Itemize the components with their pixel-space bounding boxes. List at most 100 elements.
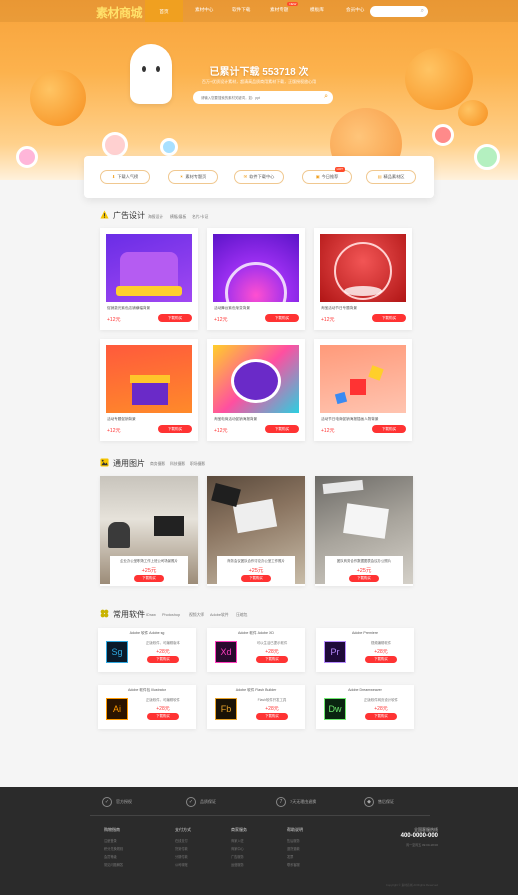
- buy-button[interactable]: 下载购买: [365, 713, 397, 720]
- nav-tab-materials[interactable]: 素材中心: [195, 7, 213, 13]
- header-search-box[interactable]: ⌕: [370, 6, 428, 17]
- buy-button[interactable]: 下载购买: [158, 314, 192, 322]
- nav-tab-templates[interactable]: 模板库: [310, 7, 324, 13]
- sg-app-icon[interactable]: Sg: [106, 641, 128, 663]
- photo-card[interactable]: 企业办公室职场工作上班公司场景照片 +25元 下载购买: [100, 476, 198, 586]
- software-card[interactable]: Adobe 软件 Adobe XD Xd 可以生活已提示软件 +28元 下载购买: [207, 628, 305, 672]
- product-image[interactable]: [320, 234, 406, 302]
- search-icon[interactable]: ⌕: [421, 8, 424, 15]
- section-tag[interactable]: Photoshop: [162, 613, 180, 617]
- hero-search-input[interactable]: [193, 91, 313, 104]
- pr-app-icon[interactable]: Pr: [324, 641, 346, 663]
- footer-link[interactable]: 分期付款: [175, 853, 191, 861]
- section-tag[interactable]: 商务摄影: [150, 462, 165, 467]
- quick-nav-topics[interactable]: ☀ 素材专题页: [168, 170, 218, 184]
- hotline-number[interactable]: 400-0000-000: [401, 833, 438, 839]
- buy-button[interactable]: 下载购买: [349, 575, 379, 582]
- footer-column-heading: 商家服务: [231, 827, 247, 832]
- app-code: Pr: [330, 647, 340, 657]
- buy-button[interactable]: 下载购买: [372, 425, 406, 433]
- product-card[interactable]: 活动节日电商促销海报插画人物背景 +12元 下载购买: [314, 339, 412, 441]
- section-tag[interactable]: IDraw: [146, 613, 156, 617]
- software-name: Adobe 软件包 Illustrator: [128, 688, 166, 692]
- footer-link[interactable]: 退货退款: [287, 845, 303, 853]
- software-card[interactable]: Adobe 软件 Flash Builder Fb Flash软件开发工具 +2…: [207, 685, 305, 729]
- top-navigation: 素材商城 首页 素材中心 软件下载 素材专题 NEW 模板库 会员中心 ⌕: [0, 0, 518, 22]
- product-card[interactable]: 促销激光紫色店铺横幅背景 +12元 下载购买: [100, 228, 198, 330]
- nav-tab-topics[interactable]: 素材专题 NEW: [270, 2, 299, 13]
- image-icon: [100, 458, 109, 467]
- buy-button[interactable]: 下载购买: [372, 314, 406, 322]
- buy-button[interactable]: 下载购买: [158, 425, 192, 433]
- buy-button[interactable]: 下载购买: [134, 575, 164, 582]
- calendar-icon: ▣: [315, 174, 320, 179]
- app-code: Sg: [111, 647, 123, 657]
- section-tag[interactable]: 视频大师: [189, 613, 204, 618]
- new-badge: NEW: [287, 2, 299, 6]
- photo-card[interactable]: 商务会议团队合作讨论办公室工作照片 +25元 下载购买: [207, 476, 305, 586]
- nav-tab-member[interactable]: 会员中心: [346, 7, 364, 13]
- fb-app-icon[interactable]: Fb: [215, 698, 237, 720]
- footer-link[interactable]: 发票: [287, 853, 303, 861]
- section-tag[interactable]: 海报设计: [148, 215, 163, 220]
- software-card[interactable]: Adobe Dreamweaver Dw 正版软件网页设计软件 +28元 下载购…: [316, 685, 414, 729]
- software-card[interactable]: Adobe Premiere Pr 视频编辑软件 +28元 下载购买: [316, 628, 414, 672]
- section-tag[interactable]: 名片/卡证: [192, 215, 208, 220]
- product-image[interactable]: [213, 234, 299, 302]
- dw-app-icon[interactable]: Dw: [324, 698, 346, 720]
- footer-link[interactable]: 货到付款: [175, 845, 191, 853]
- product-card[interactable]: 活动舞台紫色渐变背景 +12元 下载购买: [207, 228, 305, 330]
- footer-link[interactable]: 会员等级: [104, 853, 123, 861]
- buy-button[interactable]: 下载购买: [241, 575, 271, 582]
- buy-button[interactable]: 下载购买: [365, 656, 397, 663]
- buy-button[interactable]: 下载购买: [265, 314, 299, 322]
- footer-link[interactable]: 广告服务: [231, 853, 247, 861]
- quick-nav-today[interactable]: ▣ 今日推荐 HOT: [302, 167, 352, 184]
- site-logo[interactable]: 素材商城: [96, 4, 143, 21]
- product-card[interactable]: 淘宝活动节日专题背景 +12元 下载购买: [314, 228, 412, 330]
- buy-button[interactable]: 下载购买: [147, 713, 179, 720]
- app-code: Ai: [112, 704, 121, 714]
- footer-link[interactable]: 在线支付: [175, 837, 191, 845]
- software-card[interactable]: Adobe 软件包 Illustrator Ai 正版软件，可编辑软件 +28元…: [98, 685, 196, 729]
- section-tag[interactable]: 职场摄影: [190, 462, 205, 467]
- footer-link[interactable]: 运营服务: [231, 861, 247, 869]
- product-image[interactable]: [106, 234, 192, 302]
- section-tag[interactable]: 横幅/展板: [170, 215, 186, 220]
- quick-nav-label: 精品素材区: [383, 174, 405, 179]
- footer-link[interactable]: 公司转账: [175, 861, 191, 869]
- buy-button[interactable]: 下载购买: [147, 656, 179, 663]
- nav-tab-home[interactable]: 首页: [145, 0, 183, 22]
- footer-divider: [90, 815, 430, 816]
- photo-card[interactable]: 团队商务合作数据图表会议办公照片 +25元 下载购买: [315, 476, 413, 586]
- product-image[interactable]: [106, 345, 192, 413]
- footer-link[interactable]: 积分兑换规则: [104, 845, 123, 853]
- quick-nav-premium[interactable]: ▤ 精品素材区: [366, 170, 416, 184]
- product-image[interactable]: [213, 345, 299, 413]
- buy-button[interactable]: 下载购买: [265, 425, 299, 433]
- ai-app-icon[interactable]: Ai: [106, 698, 128, 720]
- nav-tab-software[interactable]: 软件下载: [232, 7, 250, 13]
- software-card[interactable]: Adobe 软件 Adobe sg Sg 正版软件，可编辑版本 +28元 下载购…: [98, 628, 196, 672]
- footer-link[interactable]: 商家入驻: [231, 837, 247, 845]
- section-tag[interactable]: 科技摄影: [170, 462, 185, 467]
- buy-button[interactable]: 下载购买: [256, 656, 288, 663]
- candy-decoration: [102, 132, 128, 158]
- section-tag[interactable]: 压缩包: [236, 613, 247, 618]
- footer-link[interactable]: 售后服务: [287, 837, 303, 845]
- product-card[interactable]: 活动专题促销背景 +12元 下载购买: [100, 339, 198, 441]
- footer-link[interactable]: 联系客服: [287, 861, 303, 869]
- product-card[interactable]: 淘宝电商活动促销海报背景 +12元 下载购买: [207, 339, 305, 441]
- product-image[interactable]: [320, 345, 406, 413]
- xd-app-icon[interactable]: Xd: [215, 641, 237, 663]
- footer-link[interactable]: 注册登录: [104, 837, 123, 845]
- footer-link[interactable]: 常见问题解答: [104, 861, 123, 869]
- search-icon[interactable]: ⌕: [324, 93, 328, 101]
- footer-link[interactable]: 商家中心: [231, 845, 247, 853]
- hero-search-bar: ⌕: [193, 91, 333, 104]
- section-tag[interactable]: Adobe软件: [210, 613, 229, 618]
- quick-nav-download-rank[interactable]: ⬇ 下载人气榜: [100, 170, 150, 184]
- buy-button[interactable]: 下载购买: [256, 713, 288, 720]
- quick-nav-software[interactable]: ✉ 软件下载中心: [234, 170, 284, 184]
- guarantee-item: 7 7天无理由退换: [276, 797, 316, 807]
